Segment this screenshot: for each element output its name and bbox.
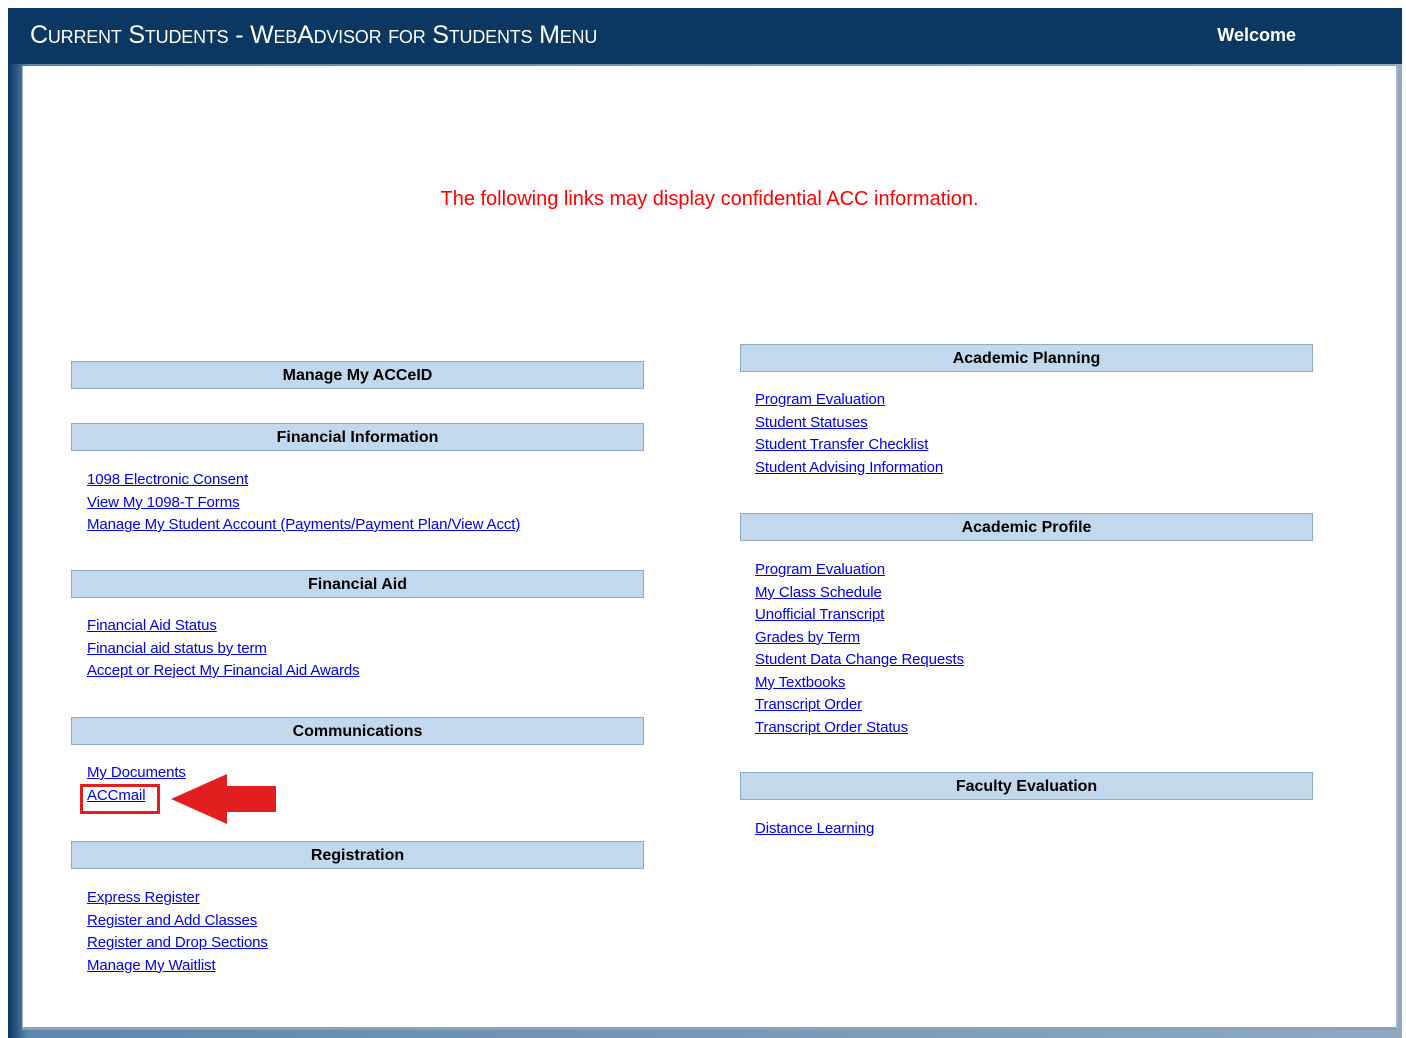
accmail-highlight-box <box>80 784 160 814</box>
list-item: Financial Aid Status <box>87 615 360 638</box>
financial-information-links: 1098 Electronic Consent View My 1098-T F… <box>87 469 520 537</box>
list-item: Manage My Student Account (Payments/Paym… <box>87 514 520 537</box>
list-item: Student Transfer Checklist <box>755 434 943 457</box>
section-header-registration: Registration <box>71 841 644 869</box>
academic-planning-links: Program Evaluation Student Statuses Stud… <box>755 389 943 479</box>
list-item: Transcript Order Status <box>755 717 964 740</box>
list-item: Student Advising Information <box>755 457 943 480</box>
link-unofficial-transcript[interactable]: Unofficial Transcript <box>755 606 884 623</box>
link-financial-aid-status-by-term[interactable]: Financial aid status by term <box>87 640 267 657</box>
link-view-1098t-forms[interactable]: View My 1098-T Forms <box>87 494 240 511</box>
link-student-advising-information[interactable]: Student Advising Information <box>755 459 943 476</box>
list-item: Accept or Reject My Financial Aid Awards <box>87 660 360 683</box>
section-header-academic-planning: Academic Planning <box>740 344 1313 372</box>
list-item: Student Statuses <box>755 412 943 435</box>
link-transcript-order[interactable]: Transcript Order <box>755 696 862 713</box>
link-financial-aid-status[interactable]: Financial Aid Status <box>87 617 217 634</box>
link-distance-learning[interactable]: Distance Learning <box>755 820 874 837</box>
page-title: Current Students - WebAdvisor for Studen… <box>30 21 598 49</box>
top-bar: Current Students - WebAdvisor for Studen… <box>8 8 1402 64</box>
link-student-statuses[interactable]: Student Statuses <box>755 414 868 431</box>
faculty-evaluation-links: Distance Learning <box>755 818 874 841</box>
main-content: The following links may display confiden… <box>22 66 1398 1030</box>
list-item: 1098 Electronic Consent <box>87 469 520 492</box>
link-student-transfer-checklist[interactable]: Student Transfer Checklist <box>755 436 928 453</box>
list-item: Grades by Term <box>755 627 964 650</box>
link-express-register[interactable]: Express Register <box>87 889 200 906</box>
list-item: Program Evaluation <box>755 389 943 412</box>
list-item: Manage My Waitlist <box>87 955 268 978</box>
link-program-evaluation-profile[interactable]: Program Evaluation <box>755 561 885 578</box>
left-arrow-icon <box>171 774 276 824</box>
link-register-drop-sections[interactable]: Register and Drop Sections <box>87 934 268 951</box>
list-item: Student Data Change Requests <box>755 649 964 672</box>
academic-profile-links: Program Evaluation My Class Schedule Uno… <box>755 559 964 739</box>
list-item: View My 1098-T Forms <box>87 492 520 515</box>
section-header-financial-aid: Financial Aid <box>71 570 644 598</box>
section-header-financial-information: Financial Information <box>71 423 644 451</box>
welcome-text: Welcome <box>1217 25 1296 45</box>
list-item: Register and Add Classes <box>87 910 268 933</box>
list-item: My Textbooks <box>755 672 964 695</box>
link-my-class-schedule[interactable]: My Class Schedule <box>755 584 882 601</box>
list-item: Distance Learning <box>755 818 874 841</box>
list-item: Program Evaluation <box>755 559 964 582</box>
list-item: Register and Drop Sections <box>87 932 268 955</box>
link-register-add-classes[interactable]: Register and Add Classes <box>87 912 257 929</box>
link-student-data-change-requests[interactable]: Student Data Change Requests <box>755 651 964 668</box>
link-transcript-order-status[interactable]: Transcript Order Status <box>755 719 908 736</box>
list-item: My Class Schedule <box>755 582 964 605</box>
link-manage-waitlist[interactable]: Manage My Waitlist <box>87 957 216 974</box>
link-accept-reject-awards[interactable]: Accept or Reject My Financial Aid Awards <box>87 662 360 679</box>
link-1098-electronic-consent[interactable]: 1098 Electronic Consent <box>87 471 248 488</box>
confidential-notice: The following links may display confiden… <box>440 188 979 210</box>
section-header-academic-profile: Academic Profile <box>740 513 1313 541</box>
list-item: Unofficial Transcript <box>755 604 964 627</box>
list-item: Transcript Order <box>755 694 964 717</box>
financial-aid-links: Financial Aid Status Financial aid statu… <box>87 615 360 683</box>
link-grades-by-term[interactable]: Grades by Term <box>755 629 860 646</box>
section-header-manage-acceid: Manage My ACCeID <box>71 361 644 389</box>
registration-links: Express Register Register and Add Classe… <box>87 887 268 977</box>
link-program-evaluation[interactable]: Program Evaluation <box>755 391 885 408</box>
list-item: Express Register <box>87 887 268 910</box>
link-my-textbooks[interactable]: My Textbooks <box>755 674 845 691</box>
section-header-faculty-evaluation: Faculty Evaluation <box>740 772 1313 800</box>
section-header-communications: Communications <box>71 717 644 745</box>
list-item: Financial aid status by term <box>87 638 360 661</box>
link-manage-student-account[interactable]: Manage My Student Account (Payments/Paym… <box>87 516 520 533</box>
